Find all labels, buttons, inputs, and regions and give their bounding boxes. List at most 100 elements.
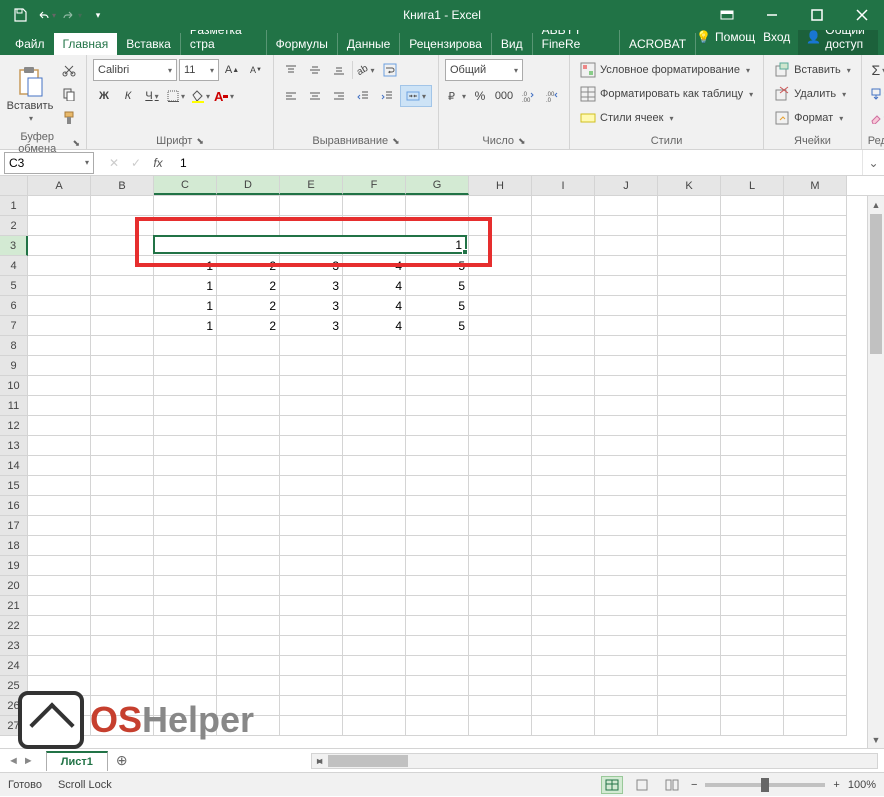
- cell[interactable]: [658, 536, 721, 556]
- cell[interactable]: [469, 236, 532, 256]
- cell[interactable]: [784, 436, 847, 456]
- cell[interactable]: [595, 376, 658, 396]
- cell[interactable]: [406, 596, 469, 616]
- cell[interactable]: [469, 596, 532, 616]
- cell[interactable]: [280, 376, 343, 396]
- cell[interactable]: [217, 656, 280, 676]
- row-header-6[interactable]: 6: [0, 296, 28, 316]
- column-header-A[interactable]: A: [28, 176, 91, 195]
- format-painter-button[interactable]: [58, 107, 80, 129]
- cell-value[interactable]: 5: [406, 296, 469, 316]
- percent-button[interactable]: %: [469, 85, 491, 107]
- cell[interactable]: [469, 716, 532, 736]
- cell[interactable]: [721, 676, 784, 696]
- cell[interactable]: [721, 476, 784, 496]
- cell[interactable]: [784, 656, 847, 676]
- cell[interactable]: [217, 556, 280, 576]
- cell[interactable]: [28, 396, 91, 416]
- cell[interactable]: [595, 336, 658, 356]
- cell[interactable]: [28, 356, 91, 376]
- cell[interactable]: [532, 236, 595, 256]
- tab-file[interactable]: Файл: [6, 33, 54, 55]
- cell[interactable]: [595, 516, 658, 536]
- decrease-font-button[interactable]: A▼: [245, 59, 267, 81]
- copy-button[interactable]: [58, 83, 80, 105]
- row-header-20[interactable]: 20: [0, 576, 28, 596]
- cell[interactable]: [280, 196, 343, 216]
- cell[interactable]: [721, 276, 784, 296]
- cell[interactable]: [532, 516, 595, 536]
- cancel-formula-button[interactable]: ✕: [104, 153, 124, 173]
- row-header-4[interactable]: 4: [0, 256, 28, 276]
- zoom-slider[interactable]: [705, 783, 825, 787]
- cell[interactable]: [91, 516, 154, 536]
- undo-icon[interactable]: ▾: [34, 3, 58, 27]
- cell[interactable]: [406, 676, 469, 696]
- cell[interactable]: [595, 496, 658, 516]
- bold-button[interactable]: Ж: [93, 85, 115, 107]
- row-header-11[interactable]: 11: [0, 396, 28, 416]
- close-button[interactable]: [839, 0, 884, 30]
- select-all-button[interactable]: [0, 176, 28, 196]
- cell-value[interactable]: 1: [154, 276, 217, 296]
- scroll-up-button[interactable]: ▲: [868, 196, 884, 213]
- new-sheet-button[interactable]: ⊕: [108, 752, 136, 769]
- cell[interactable]: [532, 216, 595, 236]
- column-header-C[interactable]: C: [154, 176, 217, 195]
- row-header-21[interactable]: 21: [0, 596, 28, 616]
- cell[interactable]: [658, 296, 721, 316]
- cell[interactable]: [469, 216, 532, 236]
- cell[interactable]: [343, 216, 406, 236]
- cell[interactable]: [91, 236, 154, 256]
- cell[interactable]: [406, 436, 469, 456]
- cell[interactable]: [721, 196, 784, 216]
- sheet-nav-prev[interactable]: ◄: [8, 755, 19, 767]
- align-top-button[interactable]: [280, 59, 302, 81]
- cell[interactable]: [217, 416, 280, 436]
- cell[interactable]: [280, 336, 343, 356]
- cell[interactable]: [469, 356, 532, 376]
- enter-formula-button[interactable]: ✓: [126, 153, 146, 173]
- row-header-9[interactable]: 9: [0, 356, 28, 376]
- cell-value[interactable]: 4: [343, 256, 406, 276]
- cell[interactable]: [595, 696, 658, 716]
- cell[interactable]: [532, 716, 595, 736]
- cell[interactable]: [28, 216, 91, 236]
- cell[interactable]: [532, 336, 595, 356]
- cell[interactable]: [784, 516, 847, 536]
- cell[interactable]: [469, 616, 532, 636]
- cell[interactable]: [532, 276, 595, 296]
- cell[interactable]: [91, 196, 154, 216]
- cell[interactable]: [595, 716, 658, 736]
- qat-customize-icon[interactable]: ▾: [86, 3, 110, 27]
- cell[interactable]: [658, 476, 721, 496]
- cell-value[interactable]: 3: [280, 316, 343, 336]
- font-size-combo[interactable]: 11▾: [179, 59, 219, 81]
- cell[interactable]: [28, 456, 91, 476]
- cell[interactable]: [28, 196, 91, 216]
- italic-button[interactable]: К: [117, 85, 139, 107]
- increase-font-button[interactable]: A▲: [221, 59, 243, 81]
- minimize-button[interactable]: [749, 0, 794, 30]
- cell[interactable]: [658, 456, 721, 476]
- cell[interactable]: [28, 416, 91, 436]
- format-as-table-button[interactable]: Форматировать как таблицу▾: [576, 83, 757, 105]
- comma-button[interactable]: 000: [493, 85, 515, 107]
- cell[interactable]: [91, 636, 154, 656]
- cell[interactable]: [469, 456, 532, 476]
- cell-value[interactable]: 5: [406, 316, 469, 336]
- cell[interactable]: [154, 556, 217, 576]
- cell-value[interactable]: 5: [406, 256, 469, 276]
- insert-function-button[interactable]: fx: [148, 153, 168, 173]
- cell[interactable]: [595, 356, 658, 376]
- page-layout-view-button[interactable]: [631, 776, 653, 794]
- column-header-K[interactable]: K: [658, 176, 721, 195]
- cell[interactable]: [532, 396, 595, 416]
- cell[interactable]: [532, 616, 595, 636]
- orientation-button[interactable]: ab▾: [355, 59, 377, 81]
- cell[interactable]: [343, 456, 406, 476]
- cell[interactable]: [784, 336, 847, 356]
- cell[interactable]: [595, 656, 658, 676]
- cell[interactable]: [91, 596, 154, 616]
- cell[interactable]: [469, 656, 532, 676]
